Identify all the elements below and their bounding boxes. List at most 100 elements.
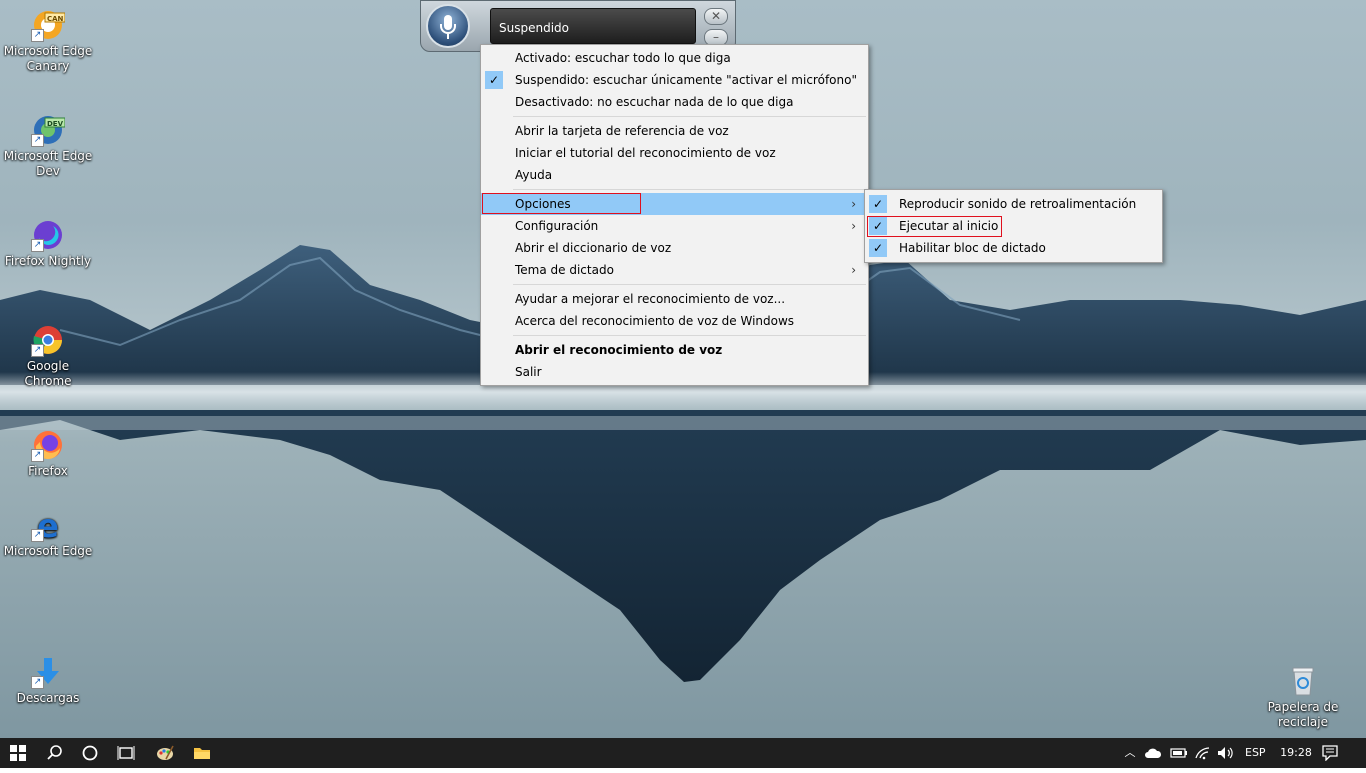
clock-time: 19:28: [1280, 746, 1312, 759]
task-view-button[interactable]: [108, 738, 144, 768]
menu-item-label: Configuración: [515, 219, 599, 233]
submenu-item-label: Ejecutar al inicio: [899, 219, 999, 233]
menu-item-label: Abrir la tarjeta de referencia de voz: [515, 124, 729, 138]
battery-tray-button[interactable]: [1170, 738, 1190, 768]
firefox-nightly-icon: ↗: [31, 218, 65, 252]
desktop-icon-label: Firefox: [28, 464, 68, 478]
shortcut-arrow-icon: ↗: [31, 449, 44, 462]
menu-item[interactable]: Abrir el reconocimiento de voz: [481, 339, 868, 361]
desktop-icon-label: Microsoft Edge Canary: [3, 44, 93, 73]
chevron-up-icon: ︿: [1124, 746, 1136, 759]
desktop-icon-edge-dev[interactable]: DEV ↗ Microsoft Edge Dev: [2, 113, 94, 179]
menu-item[interactable]: ✓ Suspendido: escuchar únicamente "activa…: [481, 69, 868, 91]
desktop-icon-label: Descargas: [16, 691, 80, 705]
shortcut-arrow-icon: ↗: [31, 29, 44, 42]
input-language-text: ESP: [1245, 746, 1266, 759]
desktop-icon-label: Papelera de reciclaje: [1267, 700, 1339, 729]
show-hidden-icons-button[interactable]: ︿: [1122, 738, 1138, 768]
edge-canary-icon: CAN ↗: [31, 8, 66, 42]
menu-separator: [513, 189, 866, 190]
menu-item-label: Abrir el reconocimiento de voz: [515, 343, 723, 357]
menu-item[interactable]: Abrir la tarjeta de referencia de voz: [481, 120, 868, 142]
desktop-icon-firefox-nightly[interactable]: ↗ Firefox Nightly: [2, 218, 94, 269]
desktop-icon-microsoft-edge[interactable]: e ↗ Microsoft Edge: [2, 507, 94, 559]
recycle-bin-icon: [1286, 664, 1320, 698]
downloads-icon: ↗: [31, 655, 65, 689]
file-explorer-icon: [194, 748, 210, 759]
menu-item-label: Acerca del reconocimiento de voz de Wind…: [515, 314, 795, 328]
check-icon: ✓: [869, 217, 887, 235]
desktop-icon-firefox[interactable]: ↗ Firefox: [2, 428, 94, 479]
check-icon: ✓: [869, 195, 887, 213]
cortana-icon: [82, 745, 98, 761]
search-icon: [47, 745, 62, 760]
submenu-item[interactable]: ✓ Habilitar bloc de dictado: [865, 237, 1162, 259]
minimize-icon: –: [713, 30, 719, 44]
paint-taskbar-button[interactable]: [147, 738, 183, 768]
battery-icon: [1170, 748, 1187, 758]
edge-legacy-icon: e ↗: [31, 507, 65, 545]
menu-item[interactable]: Iniciar el tutorial del reconocimiento d…: [481, 142, 868, 164]
shortcut-arrow-icon: ↗: [31, 344, 44, 357]
desktop-icon-label: Microsoft Edge: [3, 544, 93, 558]
submenu-item[interactable]: ✓ Reproducir sonido de retroalimentación: [865, 193, 1162, 215]
volume-tray-button[interactable]: [1217, 738, 1237, 768]
submenu-item-label: Habilitar bloc de dictado: [899, 241, 1046, 255]
submenu-arrow-icon: ›: [851, 197, 856, 211]
wifi-icon: [1195, 747, 1210, 760]
menu-item[interactable]: Abrir el diccionario de voz: [481, 237, 868, 259]
desktop-icon-label: Google Chrome: [24, 359, 72, 388]
edge-dev-badge: DEV: [47, 120, 64, 128]
check-icon: ✓: [485, 71, 503, 89]
paint-icon: [157, 745, 174, 760]
desktop-icon-edge-canary[interactable]: CAN ↗ Microsoft Edge Canary: [2, 8, 94, 74]
menu-item[interactable]: Salir: [481, 361, 868, 383]
desktop-icon-recycle-bin[interactable]: Papelera de reciclaje: [1257, 664, 1349, 730]
menu-item[interactable]: Tema de dictado ›: [481, 259, 868, 281]
check-icon: ✓: [869, 239, 887, 257]
menu-separator: [513, 284, 866, 285]
menu-item[interactable]: Acerca del reconocimiento de voz de Wind…: [481, 310, 868, 332]
menu-item-label: Iniciar el tutorial del reconocimiento d…: [515, 146, 776, 160]
menu-item[interactable]: Configuración ›: [481, 215, 868, 237]
wifi-tray-button[interactable]: [1194, 738, 1214, 768]
taskbar: ︿ ESP 19:28: [0, 738, 1366, 768]
shortcut-arrow-icon: ↗: [31, 239, 44, 252]
close-icon: ✕: [710, 9, 722, 23]
input-language-indicator[interactable]: ESP: [1245, 738, 1269, 768]
desktop-icon-google-chrome[interactable]: ↗ Google Chrome: [2, 323, 94, 389]
menu-item-label: Salir: [515, 365, 542, 379]
start-button[interactable]: [0, 738, 36, 768]
submenu-item-label: Reproducir sonido de retroalimentación: [899, 197, 1137, 211]
taskbar-clock[interactable]: 19:28: [1272, 738, 1320, 768]
action-center-button[interactable]: [1322, 738, 1344, 768]
submenu-item[interactable]: ✓ Ejecutar al inicio: [865, 215, 1162, 237]
menu-item[interactable]: Ayuda: [481, 164, 868, 186]
cortana-button[interactable]: [72, 738, 108, 768]
submenu-arrow-icon: ›: [851, 263, 856, 277]
menu-item-label: Ayudar a mejorar el reconocimiento de vo…: [515, 292, 786, 306]
edge-canary-badge: CAN: [47, 15, 64, 23]
onedrive-cloud-icon: [1145, 748, 1162, 758]
menu-separator: [513, 116, 866, 117]
shortcut-arrow-icon: ↗: [31, 529, 44, 542]
onedrive-tray-button[interactable]: [1144, 738, 1164, 768]
edge-dev-icon: DEV ↗: [31, 113, 66, 147]
file-explorer-taskbar-button[interactable]: [184, 738, 220, 768]
options-submenu[interactable]: ✓ Reproducir sonido de retroalimentación ✓…: [864, 189, 1163, 263]
speech-bar-close-button[interactable]: ✕: [704, 8, 728, 25]
menu-item[interactable]: Desactivado: no escuchar nada de lo que …: [481, 91, 868, 113]
menu-item[interactable]: Opciones ›: [481, 193, 868, 215]
menu-item-label: Abrir el diccionario de voz: [515, 241, 672, 255]
microphone-button[interactable]: [426, 4, 470, 48]
menu-item[interactable]: Ayudar a mejorar el reconocimiento de vo…: [481, 288, 868, 310]
speech-context-menu[interactable]: Activado: escuchar todo lo que diga ✓ Susp…: [480, 44, 869, 386]
notifications-icon: [1322, 745, 1338, 762]
desktop-icon-descargas[interactable]: ↗ Descargas: [2, 655, 94, 706]
search-button[interactable]: [38, 738, 72, 768]
menu-item[interactable]: Activado: escuchar todo lo que diga: [481, 47, 868, 69]
task-view-icon: [117, 746, 135, 760]
desktop[interactable]: CAN ↗ Microsoft Edge Canary DEV ↗ Micros…: [0, 0, 1366, 738]
desktop-icon-label: Microsoft Edge Dev: [3, 149, 93, 178]
windows-start-icon: [10, 745, 26, 761]
